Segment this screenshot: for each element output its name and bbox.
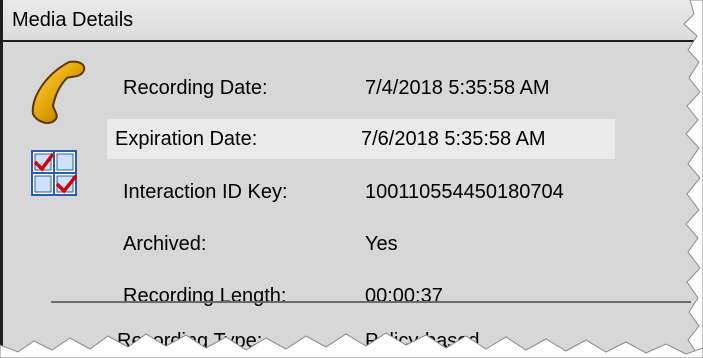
expiration-date-value: 7/6/2018 5:35:58 AM bbox=[361, 128, 546, 150]
recording-date-label: Recording Date: bbox=[123, 77, 268, 99]
detail-row-recording-length: Recording Length: 00:00:37 bbox=[113, 276, 613, 316]
detail-row-recording-date: Recording Date: 7/4/2018 5:35:58 AM bbox=[113, 68, 613, 108]
media-details-panel: Media Details Recording Date: 7/4/2018 5… bbox=[0, 0, 703, 358]
interaction-id-key-value: 100110554450180704 bbox=[365, 181, 564, 203]
detail-row-interaction-id: Interaction ID Key: 100110554450180704 bbox=[113, 172, 613, 212]
phone-handset-icon bbox=[31, 60, 86, 124]
recording-date-value: 7/4/2018 5:35:58 AM bbox=[365, 77, 550, 99]
panel-header: Media Details bbox=[3, 0, 703, 42]
recording-length-label: Recording Length: bbox=[123, 285, 287, 307]
archived-value: Yes bbox=[365, 233, 398, 255]
screenshot: Media Details Recording Date: 7/4/2018 5… bbox=[0, 0, 703, 358]
detail-row-archived: Archived: Yes bbox=[113, 224, 613, 264]
archived-label: Archived: bbox=[123, 233, 207, 255]
expiration-date-label: Expiration Date: bbox=[115, 128, 258, 150]
interaction-id-key-label: Interaction ID Key: bbox=[123, 181, 288, 203]
panel-title: Media Details bbox=[12, 9, 134, 31]
recording-length-value: 00:00:37 bbox=[365, 285, 443, 307]
section-divider bbox=[51, 301, 691, 303]
detail-row-expiration-date[interactable]: Expiration Date: 7/6/2018 5:35:58 AM bbox=[107, 119, 615, 159]
recording-type-value: Policy-based bbox=[365, 330, 480, 352]
checklist-icon bbox=[31, 150, 77, 196]
recording-type-label: Recording Type: bbox=[117, 330, 263, 352]
